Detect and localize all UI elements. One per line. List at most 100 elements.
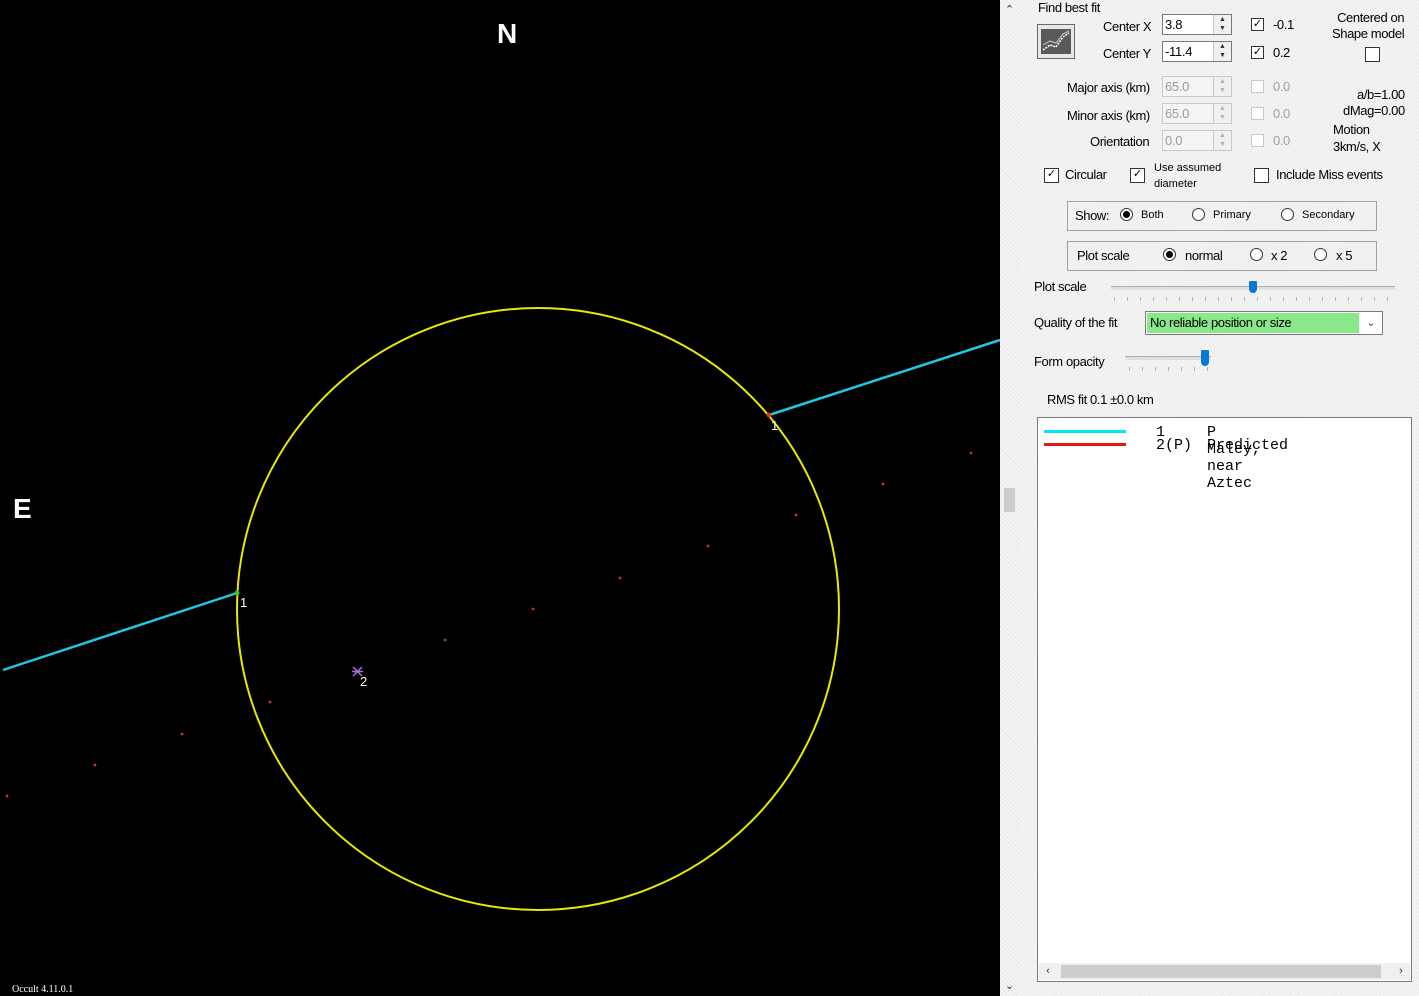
center-y-label: Center Y	[1103, 46, 1151, 61]
scale-x2-radio[interactable]	[1250, 248, 1263, 261]
chord-1-east-segment	[768, 338, 1000, 417]
scroll-right-icon[interactable]: ›	[1392, 963, 1410, 980]
vertical-scrollbar[interactable]: ⌃ ⌄	[1000, 0, 1019, 996]
center-y-input[interactable]: -11.4 ▲ ▼	[1162, 41, 1232, 62]
scale-x5-label: x 5	[1336, 248, 1353, 263]
minor-axis-value: 65.0	[1165, 106, 1190, 121]
scale-normal-label: normal	[1185, 248, 1223, 263]
observer-legend-list[interactable]: 1 P Maley, near Aztec 2(P) Predicted ‹ ›	[1037, 417, 1412, 982]
use-assumed-diameter-checkbox[interactable]: ✓	[1130, 168, 1145, 183]
chord-label-2: 2	[360, 674, 367, 689]
step-y-label: 0.2	[1273, 45, 1290, 60]
orientation-label: Orientation	[1090, 134, 1150, 149]
spin-up-icon[interactable]: ▲	[1214, 42, 1231, 51]
spin-down-icon[interactable]: ▼	[1214, 24, 1231, 33]
legend-text: P Maley, near Aztec	[1207, 424, 1262, 492]
scale-x5-radio[interactable]	[1314, 248, 1327, 261]
step-y-checkbox[interactable]: ✓	[1251, 46, 1264, 59]
form-opacity-slider-ticks	[1129, 367, 1213, 371]
predicted-dot	[706, 544, 710, 548]
center-x-spinner[interactable]: ▲ ▼	[1213, 15, 1231, 34]
plot-scale-slider-ticks	[1114, 297, 1394, 301]
step-x-checkbox[interactable]: ✓	[1251, 18, 1264, 31]
center-x-input[interactable]: 3.8 ▲ ▼	[1162, 14, 1232, 35]
east-label: E	[13, 493, 32, 524]
spin-up-icon[interactable]: ▲	[1214, 77, 1231, 86]
chord-label-1-west: 1	[240, 595, 247, 610]
horizontal-scrollbar-thumb[interactable]	[1061, 965, 1381, 978]
scroll-down-icon[interactable]: ⌄	[1000, 977, 1019, 995]
rms-fit-label: RMS fit 0.1 ±0.0 km	[1047, 392, 1154, 407]
plot-scale-slider-thumb[interactable]	[1249, 281, 1257, 293]
quality-of-fit-value: No reliable position or size	[1147, 313, 1359, 333]
spin-up-icon[interactable]: ▲	[1214, 15, 1231, 24]
quality-of-fit-dropdown[interactable]: No reliable position or size ⌄	[1145, 311, 1383, 335]
center-x-label: Center X	[1103, 19, 1152, 34]
include-miss-events-label: Include Miss events	[1276, 167, 1383, 182]
occultation-plot[interactable]: 1 1 2 N E Occult 4.11.0.1	[0, 0, 1001, 996]
spin-up-icon[interactable]: ▲	[1214, 131, 1231, 140]
use-assumed-diameter-label: Use assumed diameter	[1154, 162, 1222, 190]
scroll-up-icon[interactable]: ⌃	[1000, 1, 1019, 19]
predicted-dot	[881, 482, 885, 486]
motion-value: 3km/s, X	[1333, 139, 1381, 154]
legend-text: Predicted	[1207, 437, 1289, 454]
chord-1-disappear-marker	[234, 590, 240, 596]
plot-scale-group: Plot scale normal x 2 x 5	[1067, 241, 1377, 271]
motion-label: Motion	[1333, 122, 1370, 137]
scroll-left-icon[interactable]: ‹	[1039, 963, 1057, 980]
spin-down-icon[interactable]: ▼	[1214, 51, 1231, 60]
major-axis-label: Major axis (km)	[1067, 80, 1150, 95]
major-axis-value: 65.0	[1165, 79, 1190, 94]
orientation-spinner[interactable]: ▲ ▼	[1213, 131, 1231, 150]
find-best-fit-button[interactable]	[1037, 24, 1075, 59]
centered-on-shape-checkbox[interactable]	[1365, 47, 1380, 62]
form-opacity-slider-track[interactable]	[1125, 356, 1211, 360]
minor-axis-spinner[interactable]: ▲ ▼	[1213, 104, 1231, 123]
plot-canvas: 1 1 2	[2, 307, 1000, 911]
legend-swatch-cyan	[1044, 430, 1126, 433]
circular-checkbox[interactable]: ✓	[1044, 168, 1059, 183]
show-both-label: Both	[1141, 209, 1164, 221]
centered-on-shape-label: Centered on Shape model	[1332, 10, 1405, 41]
predicted-dot	[443, 638, 447, 642]
spin-down-icon[interactable]: ▼	[1214, 86, 1231, 95]
step-orientation-label: 0.0	[1273, 133, 1290, 148]
center-y-spinner[interactable]: ▲ ▼	[1213, 42, 1231, 61]
show-both-radio[interactable]	[1120, 208, 1133, 221]
form-opacity-slider-thumb[interactable]	[1200, 350, 1209, 366]
chord-1-reappear-marker	[766, 412, 772, 418]
scrollbar-thumb[interactable]	[1004, 488, 1015, 512]
plot-scale-slider-label: Plot scale	[1034, 279, 1087, 294]
step-major-checkbox[interactable]	[1251, 80, 1264, 93]
chevron-down-icon[interactable]: ⌄	[1360, 312, 1382, 334]
predicted-dot	[180, 732, 184, 736]
major-axis-spinner[interactable]: ▲ ▼	[1213, 77, 1231, 96]
step-x-label: -0.1	[1273, 17, 1294, 32]
chart-fit-icon	[1041, 29, 1071, 54]
step-orientation-checkbox[interactable]	[1251, 134, 1264, 147]
legend-swatch-red	[1044, 443, 1126, 446]
spin-down-icon[interactable]: ▼	[1214, 113, 1231, 122]
dmag-label: dMag=0.00	[1343, 103, 1405, 118]
show-secondary-radio[interactable]	[1281, 208, 1294, 221]
major-axis-input[interactable]: 65.0 ▲ ▼	[1162, 76, 1232, 97]
find-best-fit-label: Find best fit	[1038, 0, 1100, 15]
step-minor-checkbox[interactable]	[1251, 107, 1264, 120]
form-opacity-label: Form opacity	[1034, 354, 1105, 369]
step-major-label: 0.0	[1273, 79, 1290, 94]
ab-ratio-label: a/b=1.00	[1357, 87, 1405, 102]
orientation-input[interactable]: 0.0 ▲ ▼	[1162, 130, 1232, 151]
spin-down-icon[interactable]: ▼	[1214, 140, 1231, 149]
horizontal-scrollbar[interactable]: ‹ ›	[1039, 963, 1410, 980]
show-group: Show: Both Primary Secondary	[1067, 201, 1377, 231]
show-primary-label: Primary	[1213, 209, 1251, 221]
predicted-dot	[794, 513, 798, 517]
predicted-dot	[93, 763, 97, 767]
scale-normal-radio[interactable]	[1163, 248, 1176, 261]
include-miss-events-checkbox[interactable]	[1254, 168, 1269, 183]
show-primary-radio[interactable]	[1192, 208, 1205, 221]
spin-up-icon[interactable]: ▲	[1214, 104, 1231, 113]
minor-axis-input[interactable]: 65.0 ▲ ▼	[1162, 103, 1232, 124]
center-x-value: 3.8	[1165, 17, 1183, 32]
